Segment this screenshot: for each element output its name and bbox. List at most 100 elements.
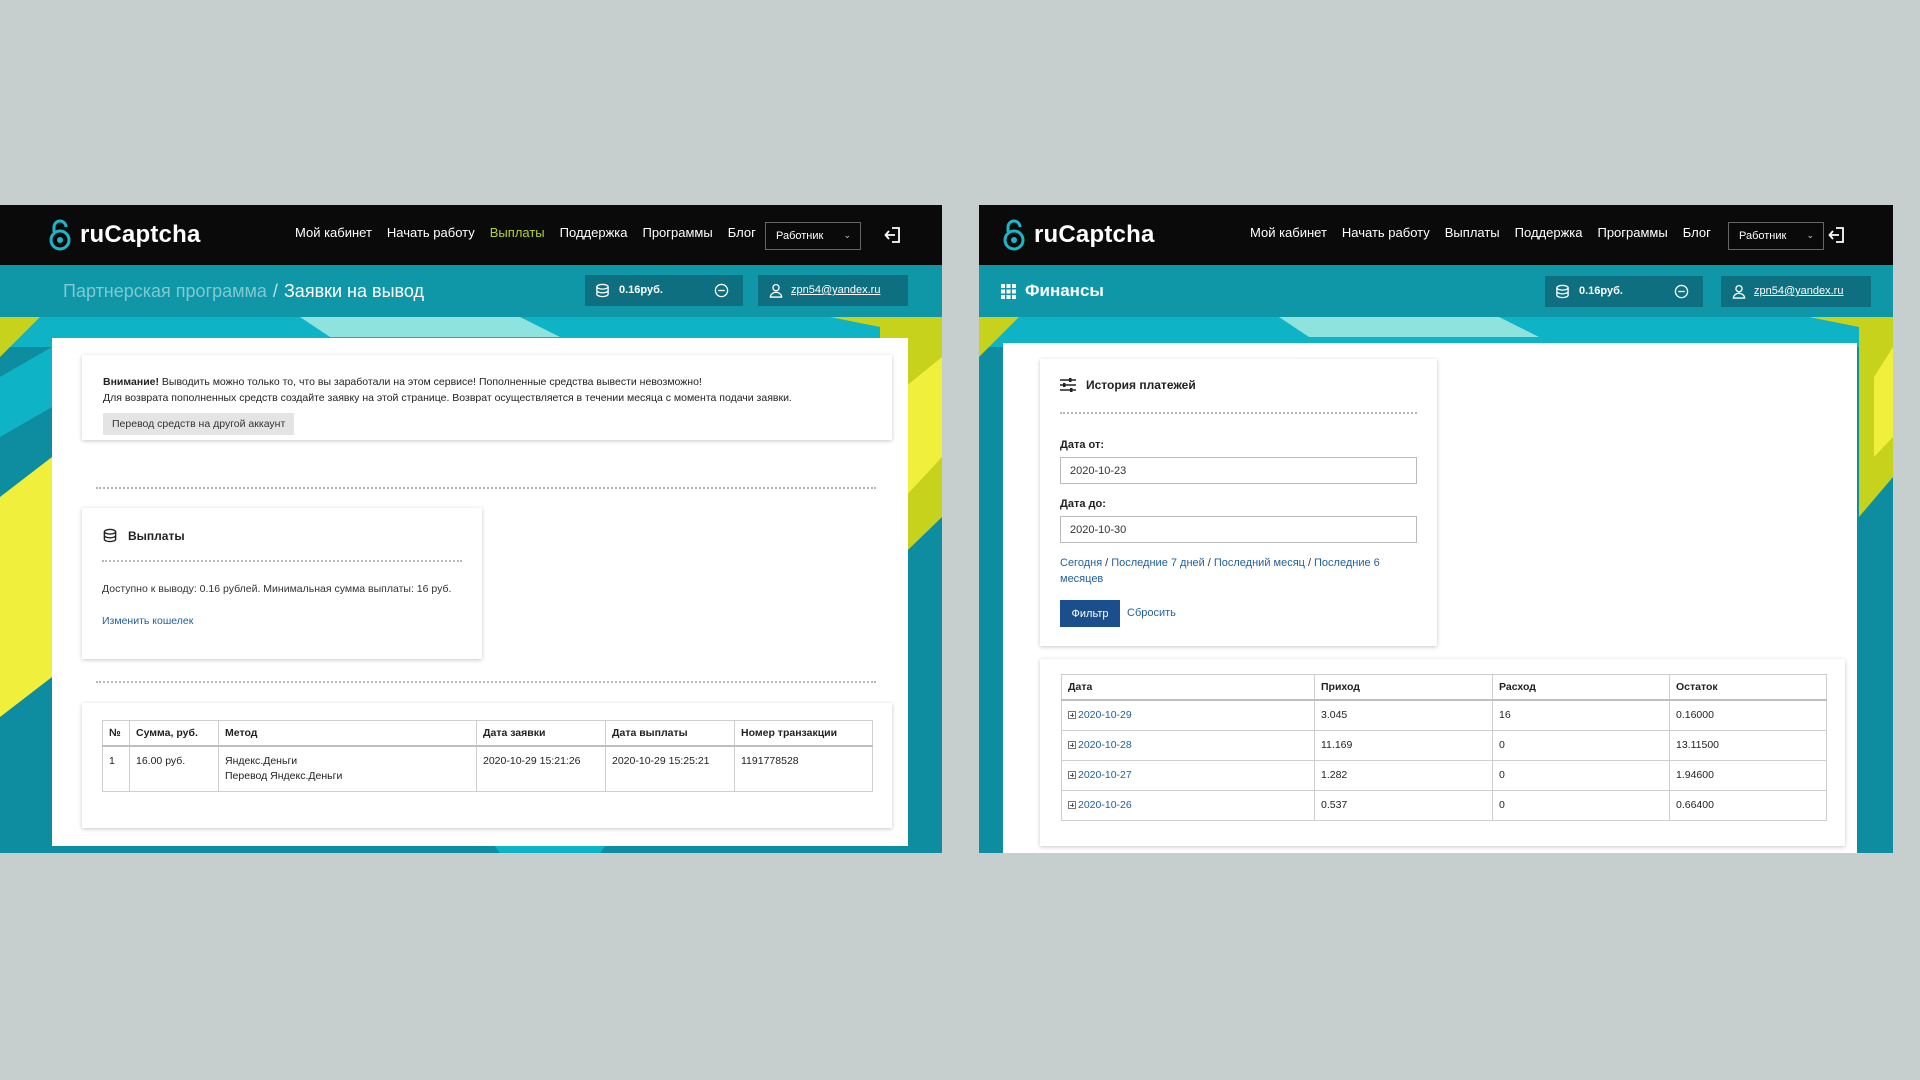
method-name: Яндекс.Деньги: [225, 755, 298, 767]
page-title: Финансы: [1001, 281, 1104, 301]
table-row: 2020-10-27 1.282 0 1.94600: [1061, 760, 1827, 791]
quick-link-last-month[interactable]: Последний месяц: [1214, 557, 1305, 569]
logo-text: ruCaptcha: [1034, 221, 1155, 248]
user-email-link[interactable]: zpn54@yandex.ru: [791, 284, 880, 296]
nav-payouts[interactable]: Выплаты: [490, 225, 545, 240]
cell-date: 2020-10-27: [1061, 760, 1315, 791]
cell-num: 1: [102, 745, 130, 792]
logo[interactable]: ruCaptcha: [48, 219, 201, 251]
date-link[interactable]: 2020-10-28: [1078, 739, 1132, 751]
table-row: 2020-10-26 0.537 0 0.66400: [1061, 790, 1827, 821]
quick-date-links: Сегодня / Последние 7 дней / Последний месяц…: [1060, 555, 1390, 587]
column-header: Дата заявки: [476, 720, 606, 747]
main-nav: Мой кабинет Начать работу Выплаты Поддер…: [295, 225, 771, 240]
user-widget[interactable]: zpn54@yandex.ru: [758, 275, 908, 306]
cell-balance: 1.94600: [1669, 760, 1827, 791]
cell-expense: 0: [1492, 730, 1670, 761]
payment-history-card: История платежей Дата от: Дата до: Сегод…: [1040, 359, 1437, 646]
column-header: Расход: [1492, 674, 1670, 701]
top-navbar: ruCaptcha Мой кабинет Начать работу Выпл…: [979, 205, 1893, 265]
role-select-value: Работник: [776, 230, 824, 242]
nav-support[interactable]: Поддержка: [560, 225, 628, 240]
role-select-value: Работник: [1739, 230, 1787, 242]
cell-expense: 0: [1492, 790, 1670, 821]
method-detail: Перевод Яндекс.Деньги: [225, 770, 343, 782]
payouts-card-title: Выплаты: [128, 528, 185, 543]
grid-icon: [1001, 283, 1016, 299]
expand-icon[interactable]: [1068, 801, 1076, 809]
notice-text: Внимание! Выводить можно только то, что …: [103, 374, 792, 406]
date-link[interactable]: 2020-10-26: [1078, 799, 1132, 811]
cell-income: 11.169: [1314, 730, 1493, 761]
screenshot-finances: ruCaptcha Мой кабинет Начать работу Выпл…: [979, 205, 1893, 853]
nav-my-cabinet[interactable]: Мой кабинет: [1250, 225, 1327, 240]
table-row: 1 16.00 руб. Яндекс.Деньги Перевод Яндек…: [102, 745, 873, 792]
date-from-label: Дата от:: [1060, 439, 1105, 451]
nav-my-cabinet[interactable]: Мой кабинет: [295, 225, 372, 240]
cell-date: 2020-10-26: [1061, 790, 1315, 821]
nav-blog[interactable]: Блог: [1683, 225, 1711, 240]
cell-payout-date: 2020-10-29 15:25:21: [605, 745, 735, 792]
sub-header: Финансы 0.16руб. zpn54@yandex.ru: [979, 265, 1893, 317]
nav-start-work[interactable]: Начать работу: [387, 225, 475, 240]
user-icon: [769, 283, 783, 298]
notice-title: Внимание!: [103, 376, 159, 388]
sub-header: Партнерская программа / Заявки на вывод 0.…: [0, 265, 942, 317]
main-content: Внимание! Выводить можно только то, что …: [52, 338, 908, 846]
logout-icon[interactable]: [1827, 225, 1847, 245]
date-from-input[interactable]: [1060, 457, 1417, 484]
screenshot-payout-requests: ruCaptcha Мой кабинет Начать работу Выпл…: [0, 205, 942, 853]
payouts-card-header: Выплаты: [102, 528, 185, 543]
quick-link-last-7-days[interactable]: Последние 7 дней: [1111, 557, 1205, 569]
cell-date: 2020-10-29: [1061, 699, 1315, 731]
payouts-card: Выплаты Доступно к выводу: 0.16 рублей. …: [82, 508, 482, 659]
table-header-row: № Сумма, руб. Метод Дата заявки Дата вып…: [102, 720, 873, 747]
notice-card: Внимание! Выводить можно только то, что …: [82, 355, 892, 440]
chevron-down-icon: ⌄: [1806, 230, 1814, 240]
cell-income: 0.537: [1314, 790, 1493, 821]
user-email-link[interactable]: zpn54@yandex.ru: [1754, 285, 1843, 297]
nav-blog[interactable]: Блог: [728, 225, 756, 240]
date-to-input[interactable]: [1060, 516, 1417, 543]
column-header: Сумма, руб.: [129, 720, 219, 747]
column-header: Приход: [1314, 674, 1493, 701]
breadcrumb-parent[interactable]: Партнерская программа: [63, 281, 267, 301]
notice-line-1: Выводить можно только то, что вы заработ…: [161, 376, 702, 388]
nav-programs[interactable]: Программы: [642, 225, 712, 240]
nav-start-work[interactable]: Начать работу: [1342, 225, 1430, 240]
date-link[interactable]: 2020-10-29: [1078, 709, 1132, 721]
table-row: 2020-10-28 11.169 0 13.11500: [1061, 730, 1827, 761]
cell-transaction: 1191778528: [734, 745, 873, 792]
minus-circle-icon[interactable]: [1674, 284, 1689, 299]
page-title-text: Финансы: [1025, 281, 1104, 300]
cell-balance: 0.66400: [1669, 790, 1827, 821]
separator: /: [1105, 557, 1109, 569]
nav-payouts[interactable]: Выплаты: [1445, 225, 1500, 240]
card-divider: [102, 560, 462, 562]
chevron-down-icon: ⌄: [843, 230, 851, 240]
expand-icon[interactable]: [1068, 741, 1076, 749]
nav-support[interactable]: Поддержка: [1515, 225, 1583, 240]
expand-icon[interactable]: [1068, 711, 1076, 719]
nav-programs[interactable]: Программы: [1597, 225, 1667, 240]
cell-date: 2020-10-28: [1061, 730, 1315, 761]
role-select[interactable]: Работник ⌄: [1728, 222, 1824, 250]
change-wallet-link[interactable]: Изменить кошелек: [102, 613, 193, 629]
column-header: Остаток: [1669, 674, 1827, 701]
transfer-funds-button[interactable]: Перевод средств на другой аккаунт: [103, 413, 295, 435]
reset-link[interactable]: Сбросить: [1127, 607, 1176, 619]
minus-circle-icon[interactable]: [714, 283, 729, 298]
logo[interactable]: ruCaptcha: [1002, 219, 1155, 251]
expand-icon[interactable]: [1068, 771, 1076, 779]
logout-icon[interactable]: [883, 225, 903, 245]
column-header: №: [102, 720, 130, 747]
quick-link-today[interactable]: Сегодня: [1060, 557, 1102, 569]
user-widget[interactable]: zpn54@yandex.ru: [1721, 276, 1871, 307]
cell-request-date: 2020-10-29 15:21:26: [476, 745, 606, 792]
balance-widget[interactable]: 0.16руб.: [1545, 276, 1703, 307]
separator: /: [1307, 557, 1312, 569]
date-link[interactable]: 2020-10-27: [1078, 769, 1132, 781]
filter-button[interactable]: Фильтр: [1060, 600, 1120, 627]
balance-widget[interactable]: 0.16руб.: [585, 275, 743, 306]
role-select[interactable]: Работник ⌄: [765, 222, 861, 250]
